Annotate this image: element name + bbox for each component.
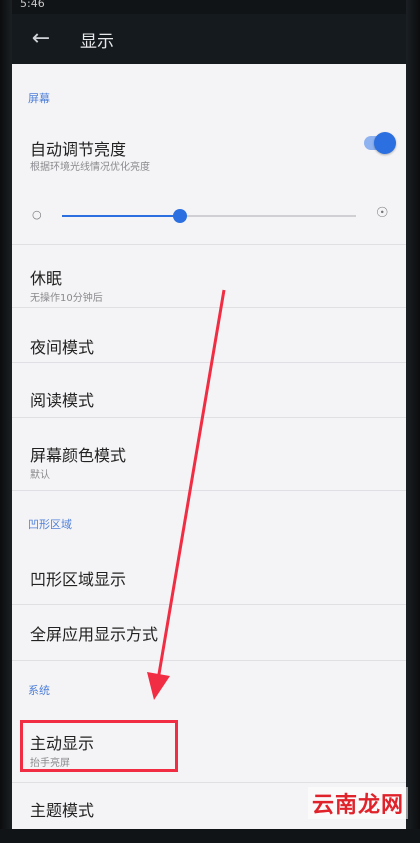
section-label-screen: 屏幕 [28, 92, 50, 105]
toggle-knob [374, 132, 396, 154]
auto-brightness-toggle[interactable] [364, 132, 396, 154]
status-time: 5:46 [20, 0, 45, 10]
device-bezel-left [0, 0, 12, 829]
brightness-high-icon: ☉ [376, 205, 389, 221]
reading-mode-row[interactable]: 阅读模式 [12, 363, 406, 418]
auto-brightness-row[interactable]: 自动调节亮度 根据环境光线情况优化亮度 [12, 122, 406, 173]
auto-brightness-title: 自动调节亮度 [30, 140, 127, 159]
brightness-slider[interactable] [62, 209, 356, 223]
brightness-slider-fill [62, 215, 180, 217]
auto-brightness-subtitle: 根据环境光线情况优化亮度 [30, 162, 150, 173]
color-mode-subtitle: 默认 [30, 470, 50, 481]
watermark-logo: 云南龙网 [307, 787, 408, 819]
sleep-subtitle: 无操作10分钟后 [30, 293, 103, 304]
color-mode-title: 屏幕颜色模式 [30, 446, 127, 465]
status-bar: 5:46 [20, 0, 400, 14]
notch-display-title: 凹形区域显示 [30, 570, 127, 589]
fullscreen-apps-title: 全屏应用显示方式 [30, 625, 159, 644]
theme-mode-title: 主题模式 [30, 801, 95, 820]
settings-list[interactable]: 屏幕 自动调节亮度 根据环境光线情况优化亮度 ○ ☉ 休眠 无操作10分钟后 夜… [12, 64, 406, 829]
color-mode-row[interactable]: 屏幕颜色模式 默认 [12, 418, 406, 491]
page-title: 显示 [80, 32, 114, 52]
night-mode-title: 夜间模式 [30, 338, 95, 357]
sleep-title: 休眠 [30, 269, 63, 288]
brightness-slider-thumb[interactable] [172, 209, 187, 223]
highlight-annotation-box [20, 720, 178, 772]
divider [12, 660, 406, 661]
sleep-row[interactable]: 休眠 无操作10分钟后 [12, 245, 406, 308]
notch-display-row[interactable]: 凹形区域显示 [12, 544, 406, 605]
arrow-back-icon[interactable]: ← [28, 26, 54, 52]
brightness-low-icon: ○ [32, 208, 42, 221]
section-label-notch: 凹形区域 [28, 518, 72, 531]
app-header: ← 显示 [12, 14, 406, 64]
section-label-system: 系统 [28, 684, 50, 697]
fullscreen-apps-row[interactable]: 全屏应用显示方式 [12, 605, 406, 665]
device-bezel-right [406, 0, 420, 829]
reading-mode-title: 阅读模式 [30, 391, 95, 410]
night-mode-row[interactable]: 夜间模式 [12, 308, 406, 363]
